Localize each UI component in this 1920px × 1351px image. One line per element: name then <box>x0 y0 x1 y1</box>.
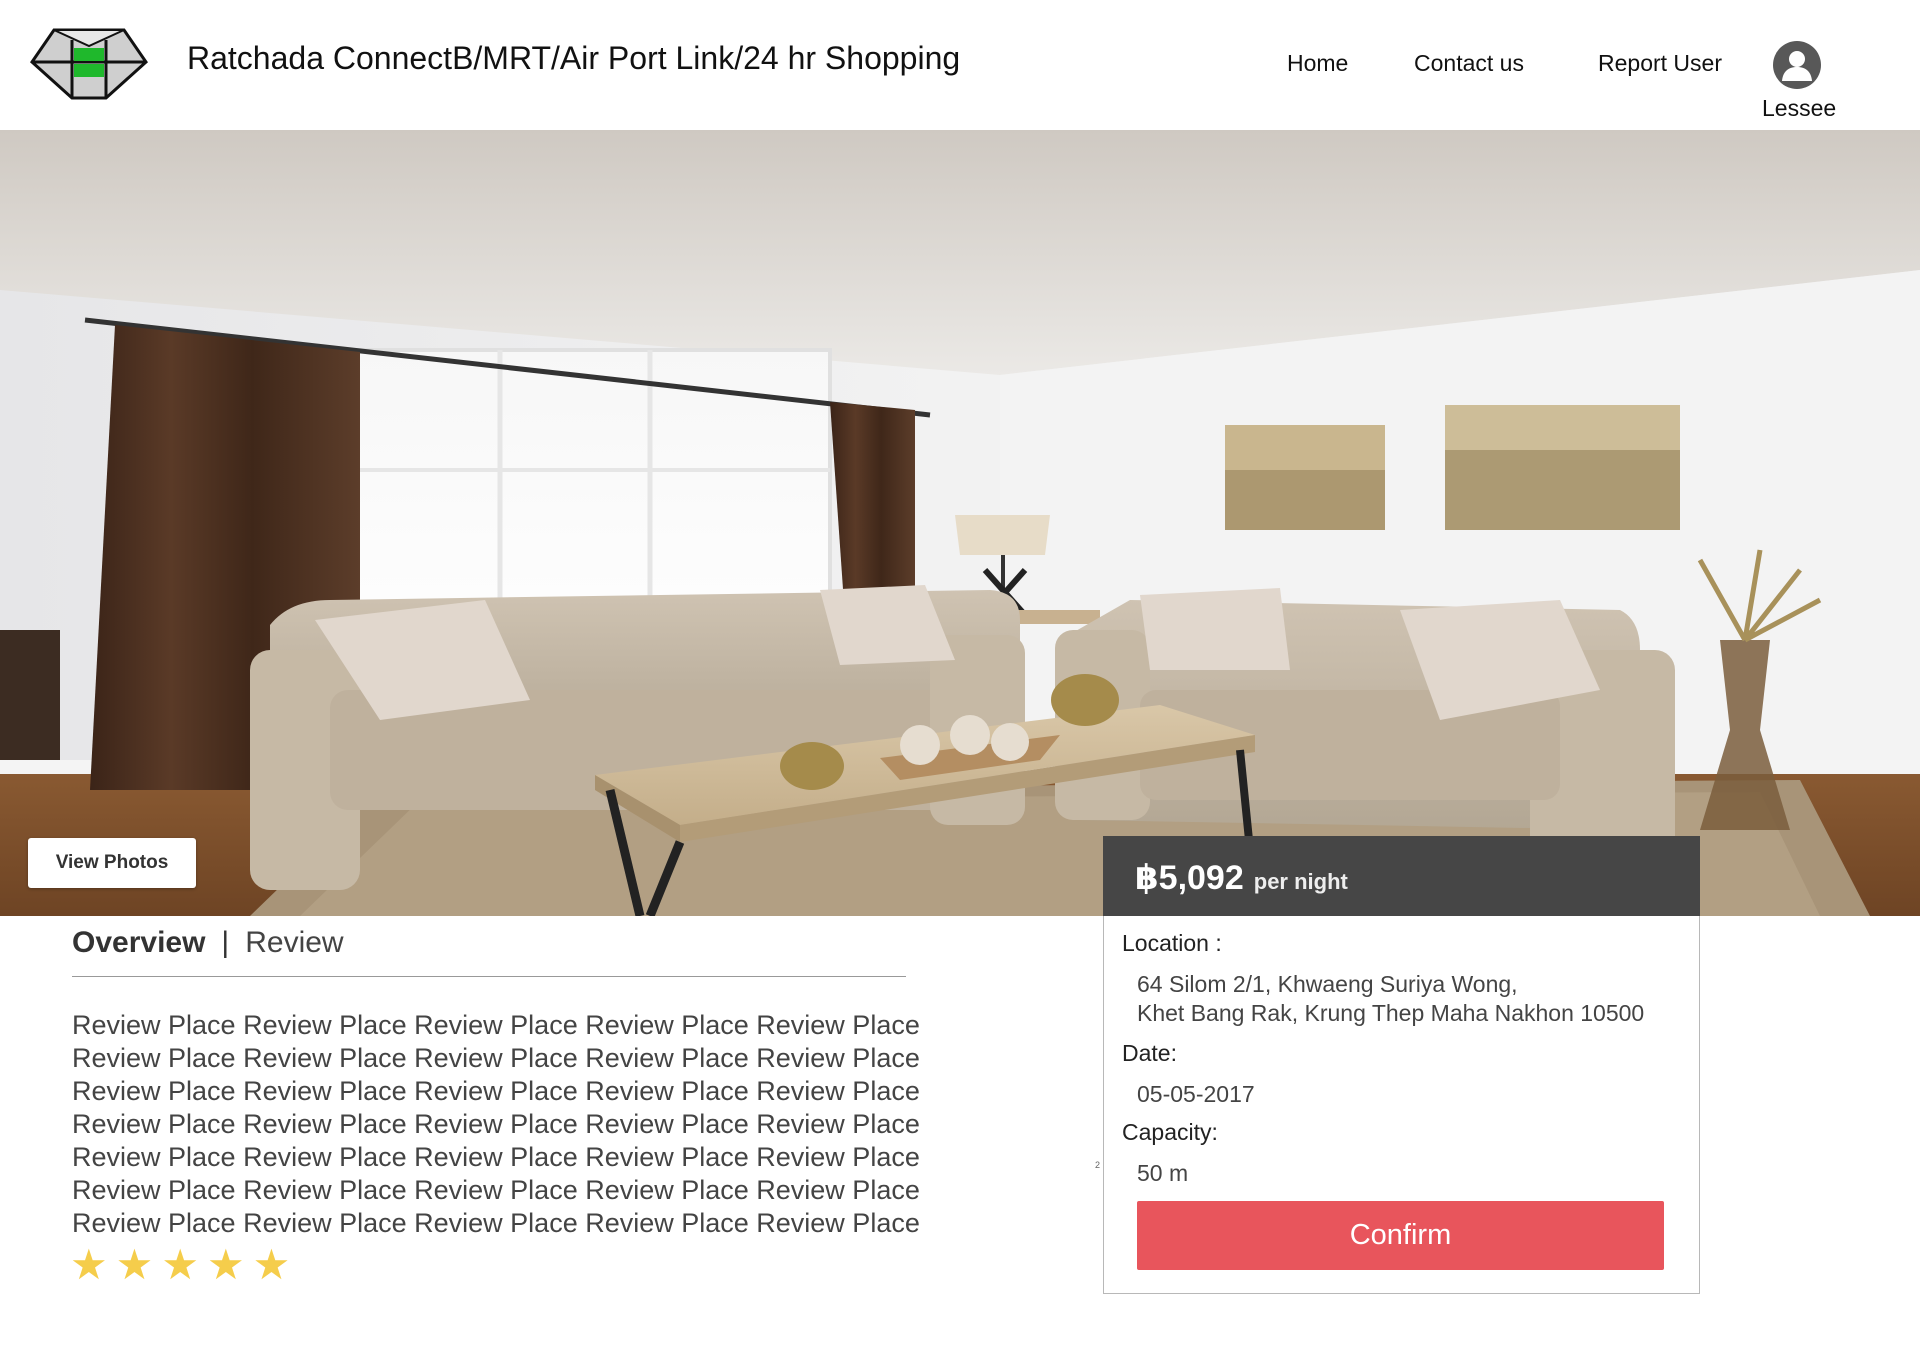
nav-contact-link[interactable]: Contact us <box>1414 50 1524 77</box>
nav-home-link[interactable]: Home <box>1287 50 1348 77</box>
review-text: Review Place Review Place Review Place R… <box>72 1009 922 1240</box>
tab-review[interactable]: Review <box>245 926 343 960</box>
review-line: Review Place Review Place Review Place R… <box>72 1142 920 1172</box>
review-line: Review Place Review Place Review Place R… <box>72 1010 920 1040</box>
content-tabs: Overview | Review <box>72 926 344 960</box>
site-title: Ratchada ConnectB/MRT/Air Port Link/24 h… <box>187 40 961 76</box>
user-avatar-icon[interactable] <box>1773 41 1821 89</box>
star-icon: ★ <box>161 1240 199 1289</box>
date-label: Date: <box>1122 1040 1177 1066</box>
price-bar: ฿5,092 per night <box>1103 836 1700 916</box>
star-icon: ★ <box>115 1240 154 1289</box>
review-line: Review Place Review Place Review Place R… <box>72 1076 920 1106</box>
top-header: Ratchada ConnectB/MRT/Air Port Link/24 h… <box>0 0 1920 130</box>
tab-overview[interactable]: Overview <box>72 926 205 960</box>
confirm-button[interactable]: Confirm <box>1137 1201 1664 1270</box>
review-line: Review Place Review Place Review Place R… <box>72 1043 920 1073</box>
capacity-superscript: 2 <box>1095 1160 1101 1170</box>
booking-card: Location : 64 Silom 2/1, Khwaeng Suriya … <box>1103 916 1700 1294</box>
rating-stars: ★ ★ ★ ★ ★ <box>70 1244 290 1286</box>
date-value: 05-05-2017 <box>1137 1081 1255 1107</box>
hero-photo <box>0 130 1920 916</box>
review-line: Review Place Review Place Review Place R… <box>72 1109 920 1139</box>
price-amount: ฿5,092 <box>1135 859 1244 897</box>
location-label: Location : <box>1122 930 1222 956</box>
user-role-label: Lessee <box>1762 95 1837 121</box>
review-line: Review Place Review Place Review Place R… <box>72 1208 920 1238</box>
location-line-1: 64 Silom 2/1, Khwaeng Suriya Wong, <box>1137 971 1518 997</box>
review-line: Review Place Review Place Review Place R… <box>72 1175 920 1205</box>
star-icon: ★ <box>206 1240 245 1289</box>
nav-report-user-link[interactable]: Report User <box>1598 50 1722 77</box>
tabs-divider <box>72 976 906 977</box>
capacity-value: 50 m <box>1137 1160 1189 1186</box>
tab-separator: | <box>221 926 230 959</box>
logo-icon[interactable] <box>30 26 148 102</box>
star-icon: ★ <box>70 1240 108 1289</box>
location-line-2: Khet Bang Rak, Krung Thep Maha Nakhon 10… <box>1137 1000 1645 1026</box>
capacity-label: Capacity: <box>1122 1119 1218 1145</box>
star-icon: ★ <box>252 1240 291 1289</box>
price-unit: per night <box>1253 869 1348 894</box>
view-photos-button[interactable]: View Photos <box>28 838 196 888</box>
